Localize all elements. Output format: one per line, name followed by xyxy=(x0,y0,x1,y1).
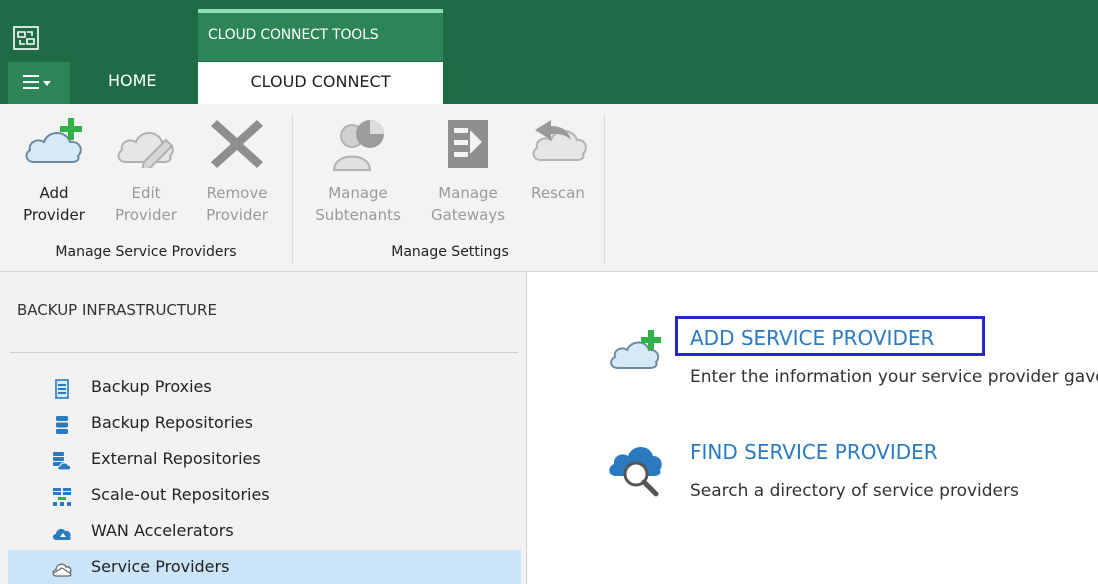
nav-item-label: Backup Repositories xyxy=(91,413,253,432)
wan-accelerator-icon xyxy=(53,528,71,540)
rescan-label-1: Rescan xyxy=(531,184,585,202)
nav-divider xyxy=(10,352,518,353)
group-label-manage-settings: Manage Settings xyxy=(391,244,509,260)
nav-item-label: External Repositories xyxy=(91,449,261,468)
hamburger-icon xyxy=(23,75,39,89)
add-service-provider-description: Enter the information your service provi… xyxy=(690,367,1098,387)
external-repository-icon xyxy=(53,452,72,471)
chevron-down-icon xyxy=(43,81,51,86)
nav-item-label: Backup Proxies xyxy=(91,377,212,396)
ribbon: Add Provider Edit Provider Remove Provid… xyxy=(0,104,1098,272)
find-cloud-icon xyxy=(609,447,662,497)
rescan-icon xyxy=(532,120,587,161)
title-bar: CLOUD CONNECT TOOLS HOME CLOUD CONNECT xyxy=(0,0,1098,104)
tab-home[interactable]: HOME xyxy=(108,71,157,90)
tab-cloud-connect[interactable]: CLOUD CONNECT xyxy=(198,62,443,104)
manage-subtenants-button[interactable]: Manage Subtenants xyxy=(302,104,414,244)
ribbon-group-separator xyxy=(292,114,293,264)
add-provider-icon xyxy=(25,118,82,163)
add-provider-label-2: Provider xyxy=(23,206,85,224)
edit-provider-label-1: Edit xyxy=(131,184,161,202)
tab-cloud-connect-label: CLOUD CONNECT xyxy=(250,72,391,91)
add-service-provider-link[interactable]: ADD SERVICE PROVIDER xyxy=(690,326,934,350)
nav-item-wan-accelerators[interactable]: WAN Accelerators xyxy=(8,514,521,550)
backup-proxy-icon xyxy=(55,379,69,399)
nav-item-backup-proxies[interactable]: Backup Proxies xyxy=(8,370,521,406)
nav-item-label: WAN Accelerators xyxy=(91,521,234,540)
main-menu-button[interactable] xyxy=(8,62,70,104)
find-service-provider-link[interactable]: FIND SERVICE PROVIDER xyxy=(690,440,938,464)
scale-out-repository-icon xyxy=(53,488,71,506)
add-provider-label-1: Add xyxy=(39,184,69,202)
app-logo-icon xyxy=(13,26,39,50)
manage-subtenants-label-2: Subtenants xyxy=(315,206,401,224)
add-provider-button[interactable]: Add Provider xyxy=(8,104,100,244)
nav-item-backup-repositories[interactable]: Backup Repositories xyxy=(8,406,521,442)
remove-provider-icon xyxy=(211,120,263,168)
edit-provider-label-2: Provider xyxy=(115,206,177,224)
contextual-tab-group-label: CLOUD CONNECT TOOLS xyxy=(208,27,379,43)
find-service-provider-description: Search a directory of service providers xyxy=(690,481,1019,501)
nav-item-label: Scale-out Repositories xyxy=(91,485,270,504)
remove-provider-label-1: Remove xyxy=(206,184,268,202)
nav-item-external-repositories[interactable]: External Repositories xyxy=(8,442,521,478)
manage-subtenants-icon xyxy=(332,120,384,171)
manage-gateways-label-2: Gateways xyxy=(430,206,506,224)
remove-provider-button[interactable]: Remove Provider xyxy=(192,104,282,244)
ribbon-group-separator xyxy=(604,114,605,264)
nav-item-service-providers[interactable]: Service Providers xyxy=(8,550,521,584)
infrastructure-navigation: BACKUP INFRASTRUCTURE Backup Proxies Bac… xyxy=(0,272,527,584)
manage-gateways-button[interactable]: Manage Gateways xyxy=(422,104,514,244)
edit-provider-button[interactable]: Edit Provider xyxy=(106,104,186,244)
rescan-button[interactable]: Rescan xyxy=(518,104,598,244)
edit-provider-icon xyxy=(117,132,174,168)
manage-gateways-label-1: Manage xyxy=(438,184,498,202)
manage-gateways-icon xyxy=(448,120,488,168)
service-provider-icon xyxy=(52,563,72,577)
add-cloud-icon xyxy=(610,330,661,369)
remove-provider-label-2: Provider xyxy=(206,206,268,224)
group-label-manage-service-providers: Manage Service Providers xyxy=(55,244,237,260)
main-content: ADD SERVICE PROVIDER Enter the informati… xyxy=(528,272,1098,584)
manage-subtenants-label-1: Manage xyxy=(328,184,388,202)
nav-heading: BACKUP INFRASTRUCTURE xyxy=(17,301,217,319)
nav-item-scale-out-repositories[interactable]: Scale-out Repositories xyxy=(8,478,521,514)
nav-item-label: Service Providers xyxy=(91,557,230,576)
cloud-connect-tools-tab-group: CLOUD CONNECT TOOLS xyxy=(198,9,443,61)
backup-repository-icon xyxy=(56,416,68,434)
